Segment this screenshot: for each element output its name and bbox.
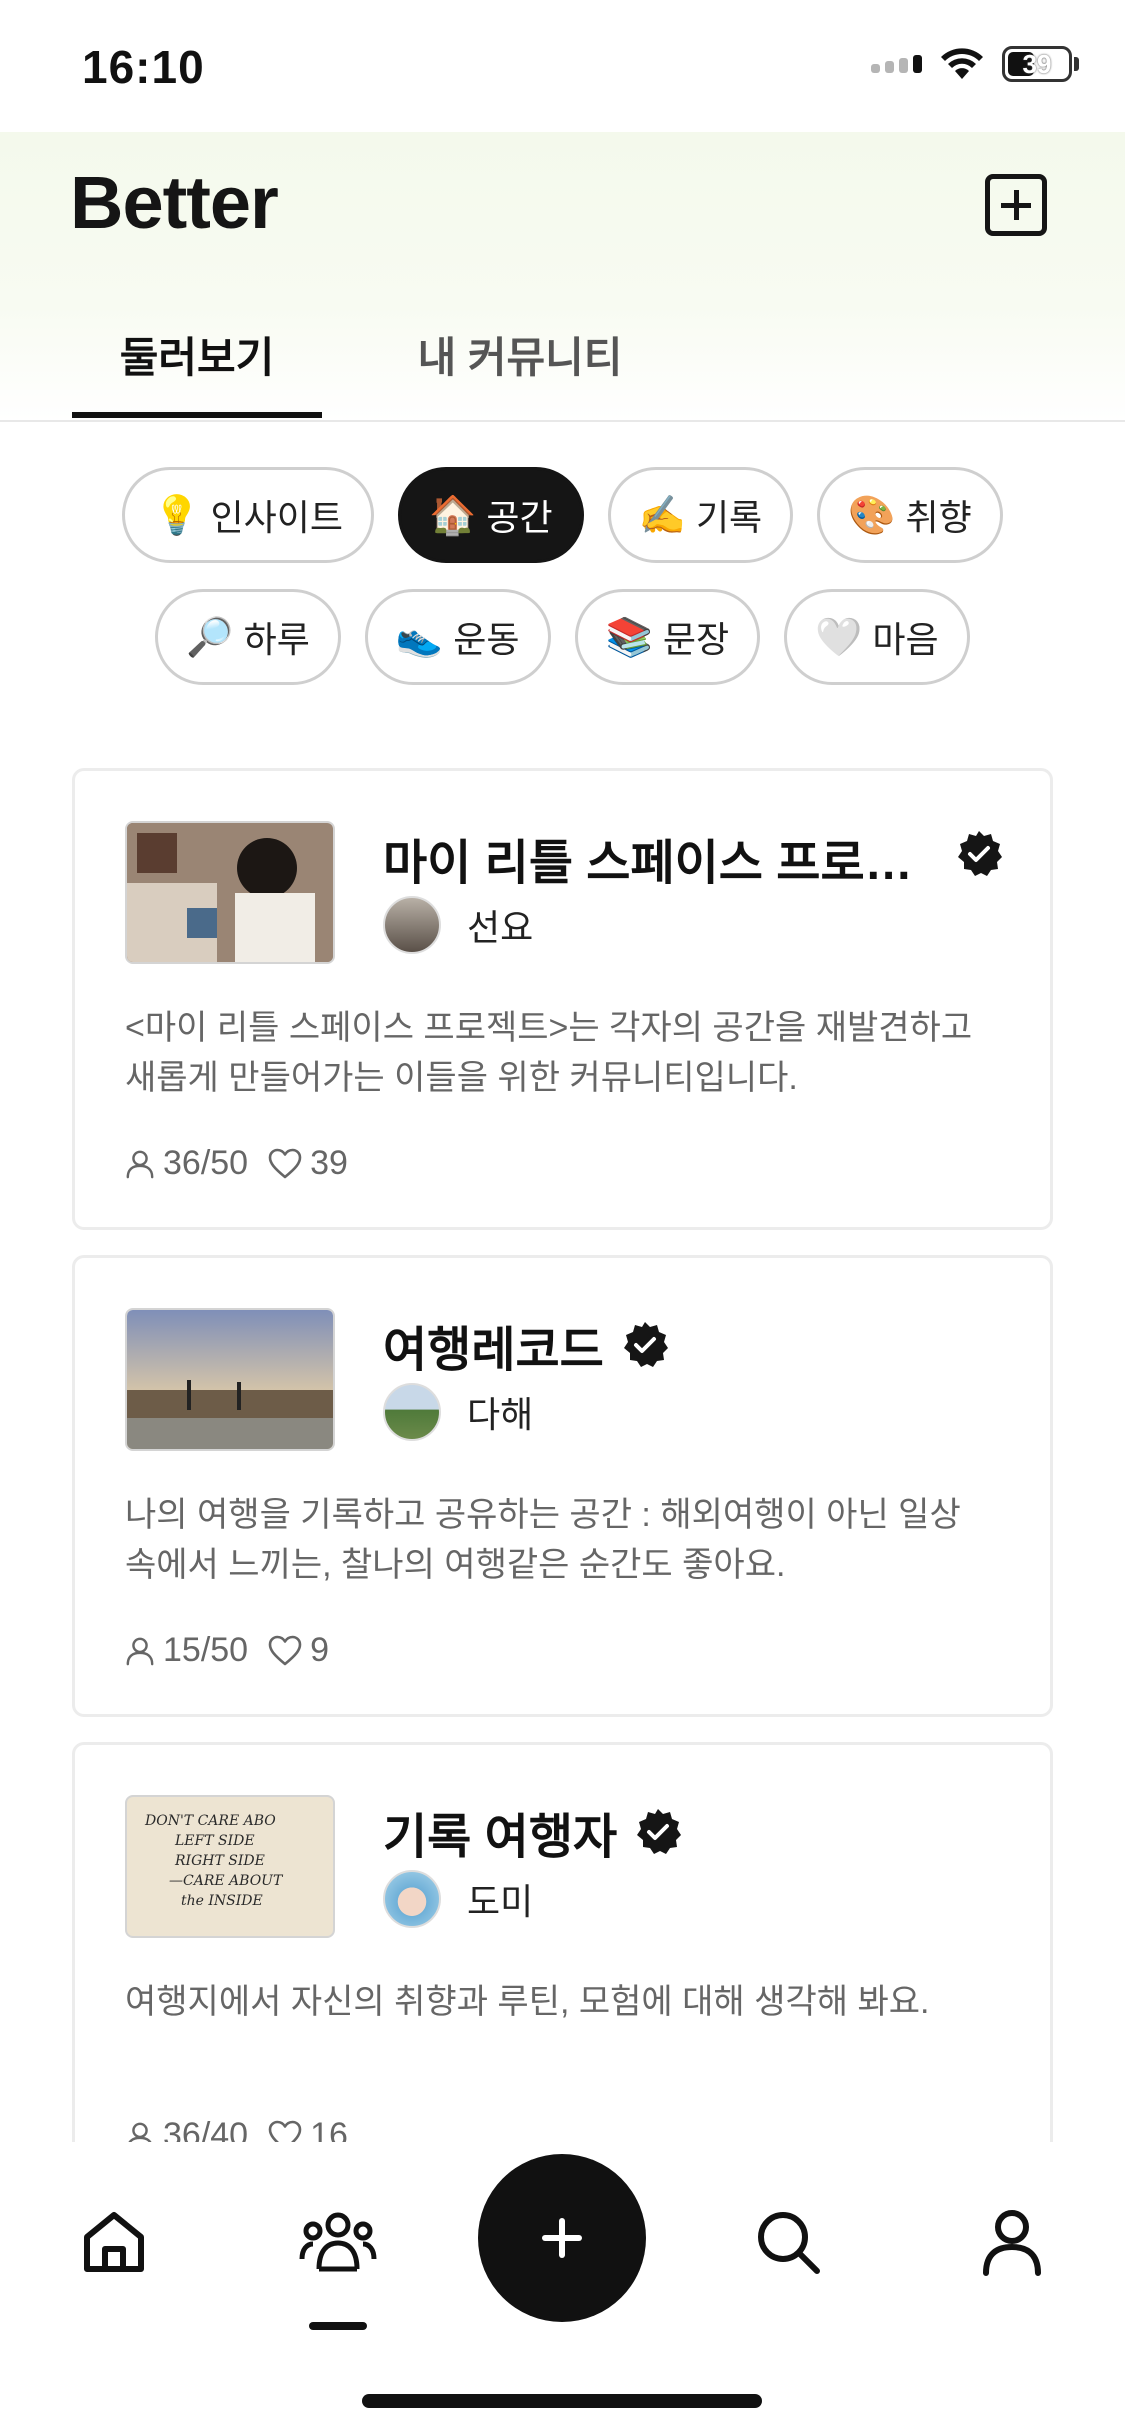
community-icon[interactable] — [298, 2202, 378, 2282]
community-thumbnail — [125, 1308, 335, 1451]
home-indicator — [362, 2394, 762, 2408]
category-chips: 💡 인사이트 🏠 공간 ✍️ 기록 🎨 취향 🔎 하루 👟 운동 📚 문장 🤍 … — [0, 467, 1125, 711]
chip-label: 운동 — [453, 619, 520, 660]
plus-square-icon[interactable] — [985, 174, 1047, 236]
white-heart-icon: 🤍 — [815, 614, 863, 659]
chip-label: 하루 — [243, 619, 310, 660]
community-card[interactable]: 여행레코드 다해 나의 여행을 기록하고 공유하는 공간 : 해외여행이 아닌 … — [72, 1255, 1053, 1717]
magnifier-icon: 🔎 — [186, 614, 234, 659]
community-stats: 15/50 9 — [125, 1631, 329, 1670]
community-card[interactable]: DON'T CARE ABO LEFT SIDE RIGHT SIDE —CAR… — [72, 1742, 1053, 2202]
community-author: 도미 — [383, 1870, 533, 1928]
verified-badge-icon — [633, 1807, 683, 1857]
home-icon[interactable] — [74, 2202, 154, 2282]
tab-explore[interactable]: 둘러보기 — [72, 312, 322, 422]
members-icon — [125, 1149, 155, 1179]
writing-hand-icon: ✍️ — [638, 492, 686, 537]
lightbulb-icon: 💡 — [153, 492, 201, 537]
chip-record[interactable]: ✍️ 기록 — [607, 467, 794, 563]
thumbnail-text: LEFT SIDE — [175, 1833, 255, 1849]
search-icon[interactable] — [748, 2202, 828, 2282]
chip-mind[interactable]: 🤍 마음 — [784, 589, 970, 685]
avatar — [383, 1870, 441, 1928]
verified-badge-icon — [954, 829, 1004, 879]
community-author: 다해 — [383, 1383, 533, 1441]
chip-label: 공간 — [486, 497, 553, 538]
battery-level: 39 — [1022, 48, 1052, 79]
app-header: Better 둘러보기 내 커뮤니티 — [0, 132, 1125, 422]
author-name: 선요 — [467, 907, 534, 948]
chip-label: 문장 — [662, 619, 730, 660]
verified-badge-icon — [620, 1320, 670, 1370]
community-title-row: 여행레코드 — [383, 1310, 670, 1380]
community-stats: 36/50 39 — [125, 1144, 348, 1183]
community-title: 마이 리틀 스페이스 프로… — [383, 837, 913, 890]
chip-sentence[interactable]: 📚 문장 — [574, 589, 761, 685]
palette-icon: 🎨 — [848, 492, 896, 537]
chip-label: 기록 — [695, 497, 763, 538]
community-title-row: 기록 여행자 — [383, 1797, 683, 1867]
community-card[interactable]: 마이 리틀 스페이스 프로… 선요 <마이 리틀 스페이스 프로젝트>는 각자의… — [72, 768, 1053, 1230]
app-logo: Better — [70, 161, 279, 244]
chip-label: 마음 — [872, 619, 939, 660]
chip-day[interactable]: 🔎 하루 — [155, 589, 341, 685]
battery-icon: 39 — [1002, 46, 1072, 82]
members-icon — [125, 1636, 155, 1666]
avatar — [383, 1383, 441, 1441]
community-thumbnail: DON'T CARE ABO LEFT SIDE RIGHT SIDE —CAR… — [125, 1795, 335, 1938]
community-author: 선요 — [383, 896, 533, 954]
house-icon: 🏠 — [429, 492, 477, 537]
thumbnail-text: DON'T CARE ABO — [145, 1813, 276, 1829]
sneaker-icon: 👟 — [395, 614, 444, 659]
community-title: 기록 여행자 — [383, 1811, 618, 1864]
member-count: 36/50 — [163, 1144, 249, 1182]
header-divider — [0, 420, 1125, 422]
chip-insight[interactable]: 💡 인사이트 — [122, 467, 375, 563]
plus-icon[interactable] — [478, 2154, 646, 2322]
tab-my-community[interactable]: 내 커뮤니티 — [400, 312, 640, 422]
status-time: 16:10 — [82, 41, 205, 93]
member-count: 15/50 — [163, 1631, 249, 1669]
books-icon: 📚 — [605, 614, 653, 659]
heart-icon[interactable] — [268, 1148, 302, 1180]
like-count: 9 — [310, 1631, 330, 1669]
chip-label: 인사이트 — [210, 497, 344, 538]
community-description: 여행지에서 자신의 취향과 루틴, 모험에 대해 생각해 봐요. — [125, 1983, 930, 2021]
status-bar: 16:10 39 — [0, 0, 1125, 132]
bottom-nav — [0, 2142, 1125, 2436]
community-thumbnail — [125, 821, 335, 964]
community-title: 여행레코드 — [383, 1324, 604, 1377]
tab-bar: 둘러보기 내 커뮤니티 — [0, 312, 1125, 422]
chip-label: 취향 — [905, 497, 972, 538]
wifi-icon — [941, 48, 983, 79]
author-name: 다해 — [467, 1394, 534, 1435]
community-description: 나의 여행을 기록하고 공유하는 공간 : 해외여행이 아닌 일상 속에서 느끼… — [125, 1496, 961, 1584]
community-description: <마이 리틀 스페이스 프로젝트>는 각자의 공간을 재발견하고 새롭게 만들어… — [125, 1009, 973, 1097]
thumbnail-text: the INSIDE — [181, 1893, 263, 1909]
avatar — [383, 896, 441, 954]
chip-taste[interactable]: 🎨 취향 — [817, 467, 1003, 563]
cellular-signal-icon — [871, 55, 922, 73]
chip-space[interactable]: 🏠 공간 — [398, 467, 584, 563]
heart-icon[interactable] — [268, 1635, 302, 1667]
thumbnail-text: RIGHT SIDE — [175, 1853, 265, 1869]
status-icons: 39 — [871, 46, 1079, 82]
like-count: 39 — [310, 1144, 348, 1182]
active-tab-indicator — [309, 2322, 367, 2330]
chip-exercise[interactable]: 👟 운동 — [364, 589, 551, 685]
author-name: 도미 — [467, 1881, 534, 1922]
profile-icon[interactable] — [972, 2202, 1052, 2282]
thumbnail-text: —CARE ABOUT — [169, 1873, 283, 1889]
